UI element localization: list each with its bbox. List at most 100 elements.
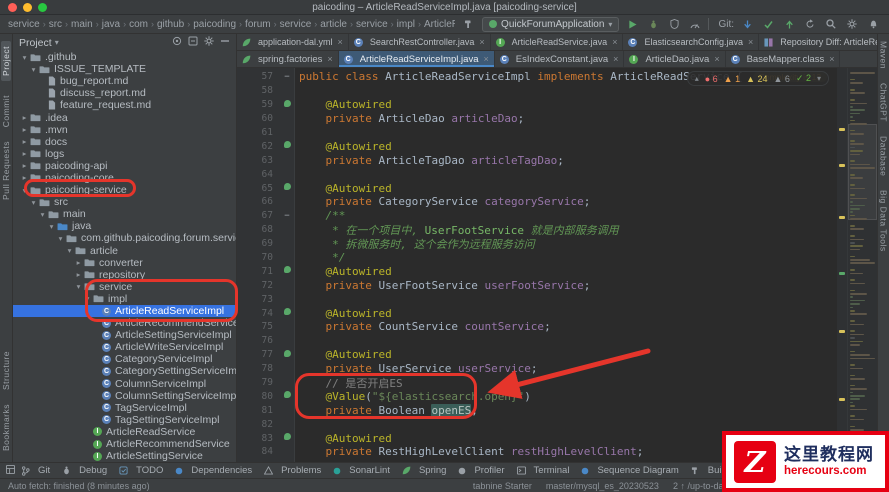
code-line[interactable]: 81 private Boolean openES; [237, 403, 835, 417]
tree-item[interactable]: C ColumnServiceImpl [13, 378, 236, 390]
git-rollback-button[interactable] [802, 17, 818, 32]
code-line[interactable]: 75 private CountService countService; [237, 320, 835, 334]
close-icon[interactable]: × [479, 37, 484, 47]
code-line[interactable]: 70 */ [237, 251, 835, 265]
tree-item[interactable]: C TagServiceImpl [13, 402, 236, 414]
line-number[interactable]: 63 [237, 155, 279, 166]
tree-item[interactable]: ▸ converter [13, 257, 236, 269]
breadcrumb-item-paicoding[interactable]: paicoding [193, 19, 236, 30]
minimap[interactable] [847, 68, 877, 462]
tree-item[interactable]: ▾ main [13, 208, 236, 220]
tree-item[interactable]: C CategoryServiceImpl [13, 353, 236, 365]
tool-window-button-sonarlint[interactable]: SonarLint [333, 465, 390, 476]
close-icon[interactable]: × [612, 37, 617, 47]
line-number[interactable]: 58 [237, 85, 279, 96]
chevron-down-icon[interactable]: ▾ [37, 210, 48, 219]
debug-button[interactable] [645, 17, 661, 32]
code-line[interactable]: 69 * 拆微服务时, 这个会作为远程服务访问 [237, 237, 835, 251]
stripe-item-chatgpt[interactable]: ChatGPT [879, 83, 889, 122]
settings-button[interactable] [844, 17, 860, 32]
line-number[interactable]: 83 [237, 433, 279, 444]
line-number[interactable]: 68 [237, 224, 279, 235]
breadcrumb-item-impl[interactable]: impl [397, 19, 415, 30]
spring-bean-gutter-icon[interactable] [279, 266, 295, 276]
tree-item[interactable]: bug_report.md [13, 75, 236, 87]
breadcrumb-item-service[interactable]: service [356, 19, 388, 30]
minimize-window-button[interactable] [23, 3, 32, 12]
zoom-window-button[interactable] [38, 3, 47, 12]
line-number[interactable]: 71 [237, 266, 279, 277]
code-line[interactable]: 65 @Autowired [237, 181, 835, 195]
chevron-down-icon[interactable]: ▾ [28, 65, 39, 74]
spring-bean-gutter-icon[interactable] [279, 433, 295, 443]
close-icon[interactable]: × [338, 37, 343, 47]
line-number[interactable]: 76 [237, 335, 279, 346]
code-line[interactable]: 60 private ArticleDao articleDao; [237, 112, 835, 126]
chevron-right-icon[interactable]: ▸ [19, 149, 30, 158]
chevron-down-icon[interactable]: ▾ [55, 234, 66, 243]
code-line[interactable]: 67− /** [237, 209, 835, 223]
tree-item[interactable]: ▾ .github [13, 51, 236, 63]
tree-item[interactable]: ▾ ISSUE_TEMPLATE [13, 63, 236, 75]
code-line[interactable]: 74 @Autowired [237, 306, 835, 320]
editor-tab[interactable]: C ElasticsearchConfig.java × [623, 34, 760, 50]
line-number[interactable]: 61 [237, 127, 279, 138]
code-line[interactable]: 61 [237, 126, 835, 140]
tree-item[interactable]: feature_request.md [13, 99, 236, 111]
editor-tab[interactable]: C ArticleReadServiceImpl.java × [338, 51, 495, 67]
search-everywhere-button[interactable] [823, 17, 839, 32]
chevron-right-icon[interactable]: ▸ [19, 137, 30, 146]
chevron-right-icon[interactable]: ▸ [19, 173, 30, 182]
editor-tab[interactable]: spring.factories × [237, 51, 339, 67]
breadcrumb-item-com[interactable]: com [129, 19, 148, 30]
code-line[interactable]: 80 @Value("${elasticsearch.open}") [237, 389, 835, 403]
line-number[interactable]: 59 [237, 99, 279, 110]
close-icon[interactable]: × [483, 54, 488, 64]
line-number[interactable]: 79 [237, 377, 279, 388]
breadcrumb-item-main[interactable]: main [71, 19, 93, 30]
tree-item[interactable]: ▸ .mvn [13, 124, 236, 136]
line-number[interactable]: 60 [237, 113, 279, 124]
tree-item[interactable]: ▸ logs [13, 148, 236, 160]
build-hammer-icon[interactable] [461, 17, 477, 32]
chevron-right-icon[interactable]: ▸ [19, 161, 30, 170]
code-editor[interactable]: 57− public class ArticleReadServiceImpl i… [237, 68, 877, 462]
close-icon[interactable]: × [327, 54, 332, 64]
line-number[interactable]: 67 [237, 210, 279, 221]
code-line[interactable]: 82 [237, 417, 835, 431]
line-number[interactable]: 84 [237, 446, 279, 457]
chevron-right-icon[interactable]: ▸ [73, 258, 84, 267]
spring-bean-gutter-icon[interactable] [279, 308, 295, 318]
line-number[interactable]: 75 [237, 321, 279, 332]
tree-item[interactable]: ▸ .idea [13, 111, 236, 124]
editor-tab[interactable]: I ArticleReadService.java × [491, 34, 624, 50]
breadcrumb-item-forum[interactable]: forum [245, 19, 271, 30]
tree-item[interactable]: C ArticleRecommendServiceImpl [13, 317, 236, 329]
chevron-down-icon[interactable]: ▾ [28, 198, 39, 207]
collapse-all-icon[interactable] [188, 36, 198, 49]
spring-bean-gutter-icon[interactable] [279, 183, 295, 193]
status-item-master-mysql-es-20230523[interactable]: master/mysql_es_20230523 [546, 481, 659, 491]
tool-window-button-debug[interactable]: Debug [62, 465, 107, 476]
breadcrumb-item-service[interactable]: service [280, 19, 312, 30]
editor-tab[interactable]: C EsIndexConstant.java × [495, 51, 625, 67]
tree-item[interactable]: ▾ service [13, 281, 236, 293]
settings-icon[interactable] [204, 36, 214, 49]
code-line[interactable]: 66 private CategoryService categoryServi… [237, 195, 835, 209]
close-window-button[interactable] [8, 3, 17, 12]
code-line[interactable]: 64 [237, 167, 835, 181]
tree-item[interactable]: C ArticleReadServiceImpl [13, 304, 236, 318]
line-number[interactable]: 70 [237, 252, 279, 263]
stripe-item-bookmarks[interactable]: Bookmarks [1, 404, 11, 451]
tree-item[interactable]: ▾ article [13, 245, 236, 257]
chevron-up-icon[interactable]: ▴ [695, 74, 699, 83]
hide-panel-icon[interactable] [220, 36, 230, 49]
editor-tab[interactable]: C SearchRestController.java × [349, 34, 491, 50]
fold-icon[interactable]: − [279, 72, 295, 82]
git-update-button[interactable] [739, 17, 755, 32]
stripe-item-database[interactable]: Database [879, 136, 889, 176]
line-number[interactable]: 72 [237, 280, 279, 291]
line-number[interactable]: 66 [237, 196, 279, 207]
code-line[interactable]: 79 // 是否开启ES [237, 376, 835, 390]
code-line[interactable]: 62 @Autowired [237, 139, 835, 153]
